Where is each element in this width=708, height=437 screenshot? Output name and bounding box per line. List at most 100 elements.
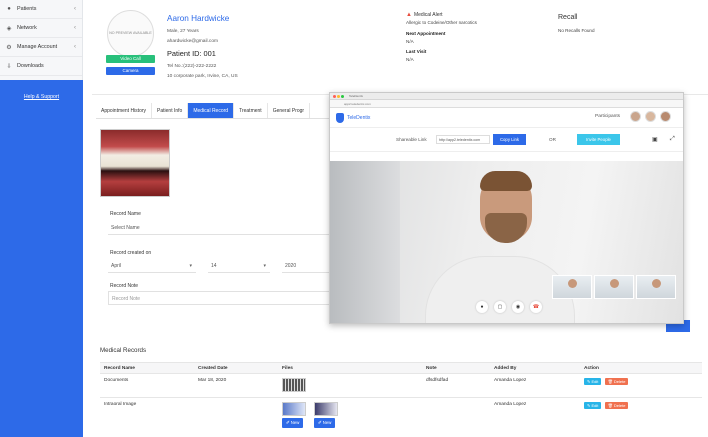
sidebar-item-label: Downloads (17, 63, 44, 69)
file-thumbnail[interactable] (282, 378, 306, 392)
copy-link-button[interactable]: Copy Link (493, 134, 526, 145)
table-row: Intraoral Image ✐ New ✐ New Amanda Lopez… (100, 398, 702, 437)
intraoral-image (100, 129, 170, 197)
brand-name: TeleDentix (347, 114, 371, 121)
cell-files: ✐ New ✐ New (278, 398, 422, 437)
new-button[interactable]: ✐ New (314, 418, 336, 428)
participant-avatar[interactable] (630, 111, 641, 122)
medical-alert-text: Allergic to Codeine/Other narcotics (406, 20, 477, 25)
sidebar-item-patients[interactable]: ● Patients ‹ (0, 0, 82, 19)
tab-patient-info[interactable]: Patient Info (152, 103, 189, 118)
tab-general-progress[interactable]: General Progr (268, 103, 311, 118)
sidebar-item-downloads[interactable]: ⇩ Downloads (0, 57, 82, 76)
cell-note (422, 398, 490, 437)
medical-records-title: Medical Records (100, 347, 147, 354)
patient-email: ahardwicke@gmail.com (167, 39, 218, 44)
camera-button[interactable]: Camera (106, 67, 155, 75)
share-link-input[interactable]: http://app2.teledentix.com (436, 135, 490, 144)
edit-button[interactable]: ✎ Edit (584, 402, 602, 409)
new-label: New (290, 420, 300, 425)
chevron-down-icon: ▾ (263, 263, 266, 269)
warning-icon: ▲ (406, 12, 412, 18)
patient-tabs: Appointment History Patient Info Medical… (96, 103, 336, 119)
avatar: NO PREVIEW AVAILABLE (107, 10, 154, 57)
video-call-window: TeleDentix app2.teledentix.com TeleDenti… (329, 92, 684, 324)
participant-avatar[interactable] (645, 111, 656, 122)
file-item: ✐ New (282, 402, 306, 433)
column-header: Files (282, 366, 293, 371)
address-bar[interactable]: app2.teledentix.com (330, 100, 683, 108)
participant-beard (485, 213, 527, 243)
video-call-button[interactable]: Video Call (106, 55, 155, 63)
record-name-value: Select Name (111, 225, 140, 231)
sidebar-item-network[interactable]: ◈ Network ‹ (0, 19, 82, 38)
maximize-dot-icon[interactable] (341, 94, 344, 98)
delete-button[interactable]: 🗑 Delete (604, 402, 629, 409)
participant-avatar[interactable] (660, 111, 671, 122)
chevron-down-icon: ▾ (189, 263, 192, 269)
participant-thumbnail[interactable] (636, 275, 676, 299)
month-select[interactable]: April ▾ (108, 259, 196, 273)
month-value: April (111, 263, 122, 269)
participant-thumbnail[interactable] (552, 275, 592, 299)
day-value: 14 (211, 263, 217, 269)
tab-appointment-history[interactable]: Appointment History (96, 103, 153, 118)
record-note-placeholder: Record Note (112, 296, 141, 302)
record-created-label: Record created on (110, 250, 152, 256)
fullscreen-icon[interactable]: ⤢ (670, 136, 675, 143)
medical-records-table: Record Name Created Date Files Note Adde… (100, 362, 702, 437)
record-icon[interactable]: ◉ (512, 301, 524, 313)
patient-tel: Tel No.:(222)-222-2222 (167, 64, 217, 69)
cell-created-date (194, 398, 278, 437)
cell-note: dfsdfsdfad (426, 378, 449, 383)
tab-medical-record[interactable]: Medical Record (188, 103, 235, 118)
column-header: Action (584, 366, 599, 371)
edit-button[interactable]: ✎ Edit (584, 378, 602, 385)
edit-label: Edit (591, 403, 599, 408)
users-icon: ● (7, 6, 11, 12)
download-icon: ⇩ (6, 63, 12, 70)
invite-people-button[interactable]: Invite People (577, 134, 620, 145)
patient-name: Aaron Hardwicke (167, 14, 230, 23)
file-thumbnail[interactable] (314, 402, 338, 416)
last-visit-label: Last Visit (406, 49, 427, 54)
new-button[interactable]: ✐ New (282, 418, 304, 428)
browser-tab-bar: TeleDentix (330, 93, 683, 100)
close-dot-icon[interactable] (333, 94, 336, 98)
browser-tab[interactable]: TeleDentix (349, 94, 363, 98)
delete-button[interactable]: 🗑 Delete (604, 378, 629, 385)
sidebar-item-label: Manage Account (17, 44, 58, 50)
column-header: Record Name (104, 366, 135, 371)
shareable-link-label: Shareable Link (396, 137, 427, 142)
column-header: Added By (494, 366, 517, 371)
video-background (330, 161, 400, 323)
recall-text: No Recalls Found (558, 28, 595, 33)
file-item: ✐ New (314, 402, 338, 433)
no-preview-text: NO PREVIEW AVAILABLE (109, 31, 152, 36)
end-call-icon[interactable]: ☎ (530, 301, 542, 313)
file-thumbnail[interactable] (282, 402, 306, 416)
sidebar-menu: ● Patients ‹ ◈ Network ‹ ⚙ Manage Accoun… (0, 0, 83, 80)
table-row: Documents Mar 18, 2020 dfsdfsdfad Amanda… (100, 374, 702, 398)
day-select[interactable]: 14 ▾ (208, 259, 270, 273)
sidebar-item-label: Patients (17, 6, 37, 12)
sidebar-item-manage-account[interactable]: ⚙ Manage Account ‹ (0, 38, 82, 57)
help-support-link[interactable]: Help & Support (0, 94, 83, 100)
year-value: 2020 (285, 263, 297, 269)
participant-thumbnail[interactable] (594, 275, 634, 299)
sidebar: ● Patients ‹ ◈ Network ‹ ⚙ Manage Accoun… (0, 0, 83, 437)
minimize-dot-icon[interactable] (337, 94, 340, 98)
share-row: Shareable Link http://app2.teledentix.co… (330, 128, 683, 152)
record-note-input[interactable]: Record Note (108, 291, 330, 305)
tooth-logo-icon (336, 112, 344, 123)
chat-icon[interactable]: ▣ (652, 136, 658, 143)
patient-gender-age: Male, 27 Years (167, 29, 199, 34)
year-select[interactable]: 2020 (282, 259, 330, 273)
record-name-select[interactable]: Select Name (108, 221, 330, 235)
cell-action: ✎ Edit 🗑 Delete (580, 398, 702, 437)
last-visit-value: N/A (406, 57, 414, 62)
participants-label: Participants (595, 114, 621, 119)
mic-icon[interactable]: ● (476, 301, 488, 313)
tab-treatment[interactable]: Treatment (234, 103, 268, 118)
camera-icon[interactable]: ▢ (494, 301, 506, 313)
